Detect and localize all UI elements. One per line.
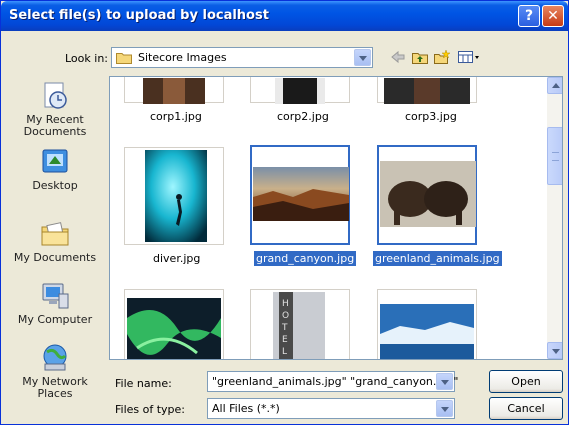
thumbnail-frame [250, 145, 350, 245]
help-button[interactable]: ? [518, 5, 540, 27]
file-name: diver.jpg [153, 252, 201, 265]
open-button[interactable]: Open [489, 370, 563, 393]
place-desktop[interactable]: Desktop [7, 146, 103, 192]
window-title: Select file(s) to upload by localhost [9, 8, 269, 23]
place-my-network-places[interactable]: My Network Places [7, 342, 103, 400]
file-name-label: File name: [115, 377, 172, 390]
file-dialog-window: Select file(s) to upload by localhost ? … [0, 0, 569, 425]
svg-text:E: E [282, 335, 288, 345]
file-thumbnail [275, 78, 325, 104]
svg-text:T: T [281, 323, 288, 333]
look-in-value: Sitecore Images [138, 51, 227, 64]
thumbnail-frame [377, 77, 477, 104]
thumbnail-frame [377, 289, 477, 359]
title-bar[interactable]: Select file(s) to upload by localhost ? … [1, 1, 568, 31]
file-name-dropdown-arrow[interactable] [436, 373, 453, 390]
place-label: Desktop [32, 179, 78, 192]
file-thumbnail: H O T E L [273, 292, 325, 359]
folder-icon [116, 53, 132, 64]
new-folder-icon[interactable] [433, 49, 451, 65]
file-name: greenland_animals.jpg [373, 251, 502, 266]
scrollbar-thumb[interactable] [547, 127, 562, 185]
file-name-value: "greenland_animals.jpg" "grand_canyon.jp… [212, 375, 459, 388]
my-computer-icon [42, 283, 69, 309]
back-arrow-icon[interactable] [389, 49, 407, 65]
recent-documents-icon [44, 82, 67, 109]
close-button[interactable]: ✕ [542, 5, 564, 27]
file-thumbnail [384, 78, 470, 104]
view-menu-icon[interactable] [457, 49, 481, 65]
file-thumbnail [127, 298, 221, 359]
svg-text:L: L [282, 347, 287, 357]
file-name-field[interactable]: "greenland_animals.jpg" "grand_canyon.jp… [207, 371, 459, 392]
places-bar: My Recent Documents Desktop My Documents [7, 74, 103, 404]
place-my-recent-documents[interactable]: My Recent Documents [7, 80, 103, 138]
file-name: corp1.jpg [150, 110, 202, 123]
place-label: My Documents [13, 251, 97, 264]
thumbnail-frame: H O T E L [250, 289, 350, 359]
thumbnail-frame [124, 147, 224, 245]
cancel-button[interactable]: Cancel [489, 397, 563, 420]
file-list-view[interactable]: corp1.jpg corp2.jpg corp3.jpg diver.jpg … [109, 76, 563, 360]
files-of-type-value: All Files (*.*) [212, 402, 280, 415]
look-in-label: Look in: [65, 52, 108, 65]
files-of-type-label: Files of type: [115, 403, 186, 416]
up-folder-icon[interactable] [411, 49, 429, 65]
thumbnail-frame [377, 145, 477, 245]
place-label: Documents [23, 125, 87, 138]
place-my-documents[interactable]: My Documents [7, 218, 103, 264]
file-thumbnail [145, 150, 207, 242]
place-my-computer[interactable]: My Computer [7, 280, 103, 326]
svg-text:O: O [282, 311, 289, 321]
files-of-type-dropdown[interactable]: All Files (*.*) [207, 398, 455, 419]
file-thumbnail [380, 161, 476, 227]
file-name: corp2.jpg [277, 110, 329, 123]
my-documents-icon [41, 222, 69, 246]
svg-text:H: H [282, 299, 289, 309]
thumbnail-frame [250, 77, 350, 104]
scroll-up-button[interactable] [547, 77, 562, 94]
thumbnail-frame [124, 289, 224, 359]
thumbnail-frame [124, 77, 224, 104]
place-label: My Computer [17, 313, 93, 326]
file-thumbnail [253, 167, 349, 221]
file-name: corp3.jpg [405, 110, 457, 123]
desktop-icon [42, 149, 68, 173]
file-thumbnail [143, 78, 205, 104]
place-label: Places [37, 387, 73, 400]
scroll-down-button[interactable] [547, 342, 562, 359]
file-thumbnail [380, 304, 474, 359]
file-name: grand_canyon.jpg [254, 251, 357, 266]
look-in-dropdown[interactable]: Sitecore Images [111, 47, 373, 68]
vertical-scrollbar[interactable] [547, 77, 562, 359]
network-places-icon [43, 344, 67, 371]
files-of-type-dropdown-arrow[interactable] [436, 400, 453, 417]
look-in-dropdown-arrow[interactable] [354, 49, 371, 66]
